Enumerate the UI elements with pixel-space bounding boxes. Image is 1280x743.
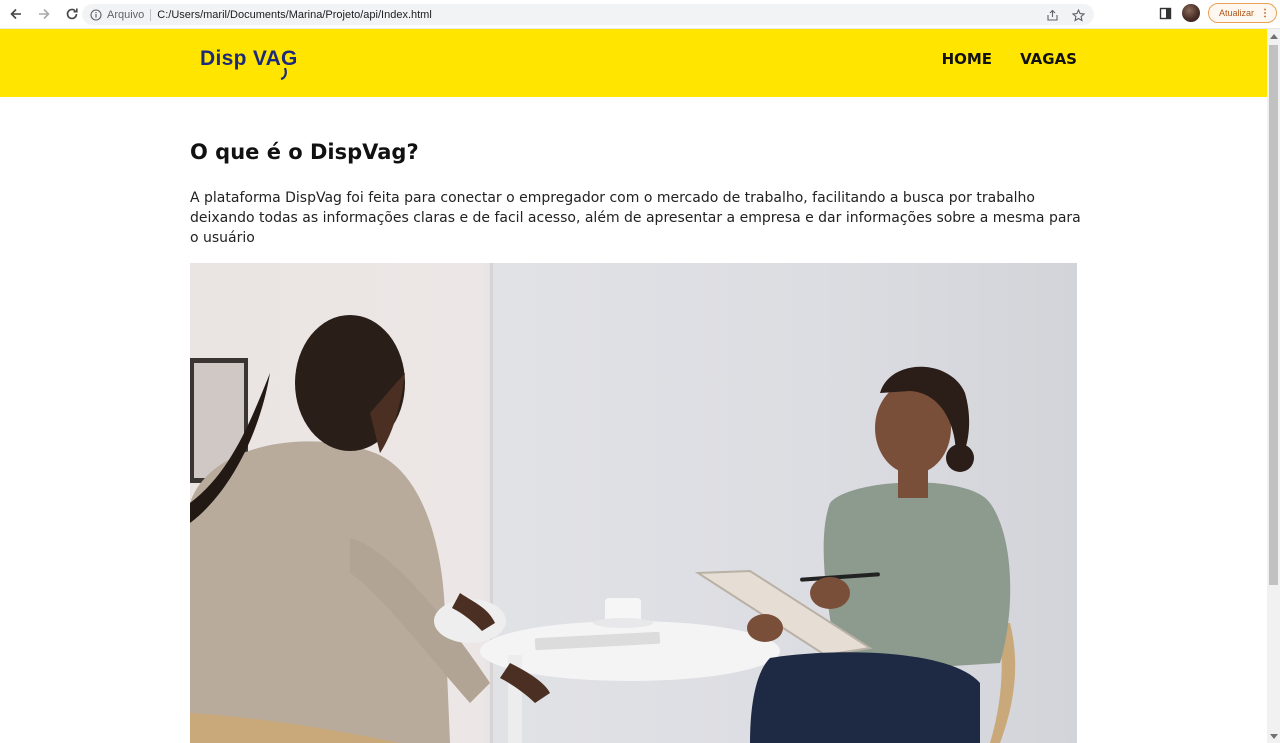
hero-image-interview [190, 263, 1077, 743]
kebab-menu-icon: ⋮ [1260, 7, 1271, 19]
main-nav: HOME VAGAS [942, 50, 1077, 68]
scroll-thumb[interactable] [1269, 45, 1278, 585]
page-scrollbar[interactable] [1267, 29, 1280, 743]
back-button[interactable] [4, 2, 28, 26]
star-icon[interactable] [1070, 7, 1086, 23]
update-button[interactable]: Atualizar ⋮ [1208, 3, 1278, 23]
reload-button[interactable] [60, 2, 84, 26]
scroll-down-arrow-icon[interactable] [1270, 734, 1278, 739]
intro-paragraph: A plataforma DispVag foi feita para cone… [190, 190, 1081, 246]
forward-arrow-icon [39, 8, 50, 20]
logo-text: Disp VAG [200, 47, 298, 70]
update-button-label: Atualizar [1219, 8, 1255, 18]
profile-avatar[interactable] [1182, 4, 1200, 22]
browser-toolbar: Arquivo C:/Users/maril/Documents/Marina/… [0, 0, 1280, 29]
site-header: Disp VAG HOME VAGAS [0, 29, 1267, 97]
forward-button[interactable] [32, 2, 56, 26]
back-arrow-icon [10, 8, 21, 20]
info-icon[interactable] [90, 8, 102, 21]
scheme-label: Arquivo [107, 8, 145, 21]
site-logo[interactable]: Disp VAG [200, 47, 298, 80]
side-panel-icon[interactable] [1156, 4, 1174, 22]
scroll-up-arrow-icon[interactable] [1270, 34, 1278, 39]
url-text[interactable]: C:/Users/maril/Documents/Marina/Projeto/… [157, 9, 431, 21]
address-bar[interactable]: Arquivo C:/Users/maril/Documents/Marina/… [82, 4, 1094, 25]
nav-vagas-link[interactable]: VAGAS [1020, 50, 1077, 68]
nav-home-link[interactable]: HOME [942, 50, 992, 68]
page-title: O que é o DispVag? [190, 140, 419, 164]
logo-swoosh-icon [280, 68, 287, 80]
share-icon[interactable] [1044, 7, 1060, 23]
reload-icon [66, 8, 78, 20]
omnibox-divider [150, 8, 152, 21]
interview-illustration [190, 263, 1016, 743]
